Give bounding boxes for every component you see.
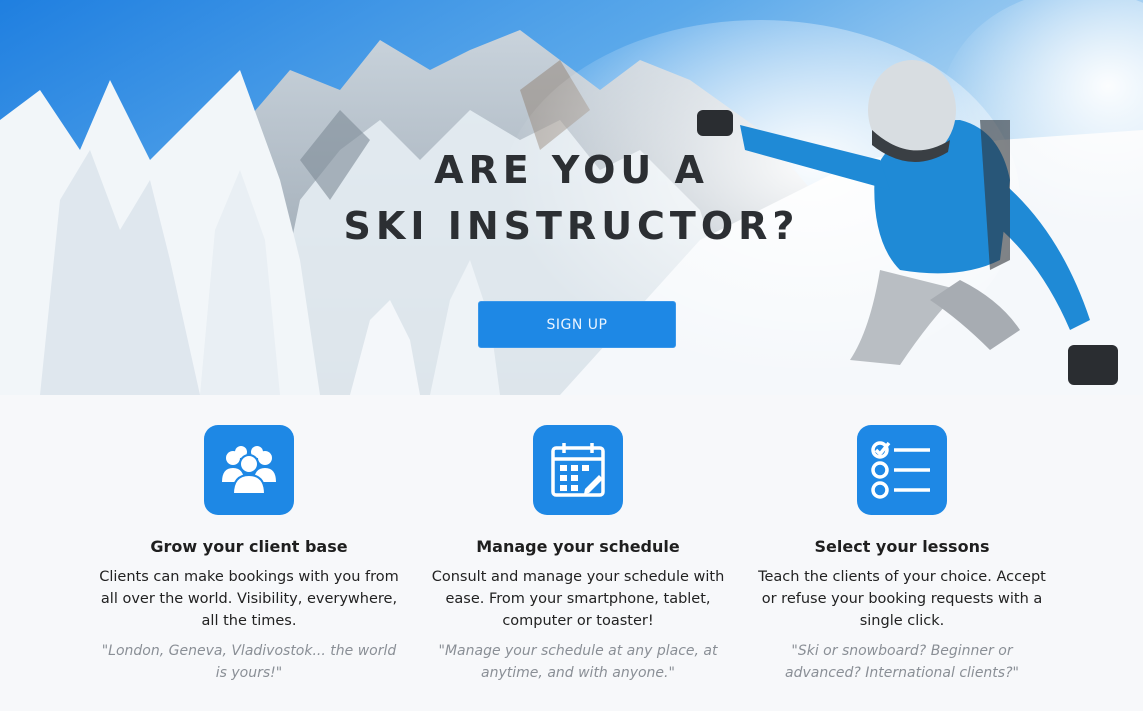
hero-title-line-2: SKI INSTRUCTOR? (343, 204, 800, 248)
feature-quote: "London, Geneva, Vladivostok... the worl… (101, 643, 397, 681)
feature-title: Grow your client base (150, 537, 348, 556)
feature-quote: "Manage your schedule at any place, at a… (438, 643, 718, 681)
calendar-icon (533, 425, 623, 515)
feature-description: Teach the clients of your choice. Accept… (758, 569, 1046, 629)
feature-title: Select your lessons (814, 537, 990, 556)
hero-title: ARE YOU A SKI INSTRUCTOR? (0, 142, 1143, 254)
feature-description: Clients can make bookings with you from … (99, 569, 399, 629)
sign-up-button[interactable]: SIGN UP (478, 301, 676, 348)
hero-banner: ARE YOU A SKI INSTRUCTOR? SIGN UP (0, 0, 1143, 395)
hero-title-line-1: ARE YOU A (434, 148, 709, 192)
feature-description: Consult and manage your schedule with ea… (431, 569, 725, 629)
feature-grow-client-base: Grow your client base Clients can make b… (99, 425, 399, 684)
feature-quote: "Ski or snowboard? Beginner or advanced?… (785, 643, 1019, 681)
feature-select-lessons: Select your lessons Teach the clients of… (752, 425, 1052, 684)
feature-title: Manage your schedule (476, 537, 680, 556)
users-group-icon (204, 425, 294, 515)
checklist-icon (857, 425, 947, 515)
features-section: Grow your client base Clients can make b… (0, 395, 1143, 711)
feature-manage-schedule: Manage your schedule Consult and manage … (428, 425, 728, 684)
